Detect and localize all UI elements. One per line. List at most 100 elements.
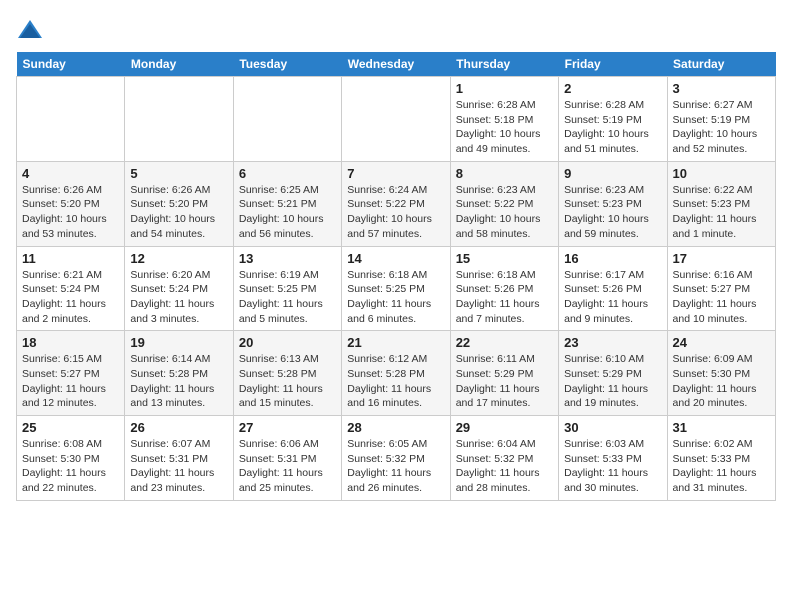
day-cell: 4 Sunrise: 6:26 AM Sunset: 5:20 PM Daylig… (17, 161, 125, 246)
day-number: 13 (239, 251, 336, 266)
day-cell: 11 Sunrise: 6:21 AM Sunset: 5:24 PM Dayli… (17, 246, 125, 331)
day-cell: 21 Sunrise: 6:12 AM Sunset: 5:28 PM Dayli… (342, 331, 450, 416)
day-cell: 17 Sunrise: 6:16 AM Sunset: 5:27 PM Dayli… (667, 246, 775, 331)
day-number: 12 (130, 251, 227, 266)
day-cell: 10 Sunrise: 6:22 AM Sunset: 5:23 PM Dayli… (667, 161, 775, 246)
day-info: Sunrise: 6:02 AM Sunset: 5:33 PM Dayligh… (673, 437, 770, 496)
logo-icon (16, 16, 44, 44)
day-info: Sunrise: 6:15 AM Sunset: 5:27 PM Dayligh… (22, 352, 119, 411)
day-cell: 24Sunrise: 6:09 AM Sunset: 5:30 PM Dayli… (667, 331, 775, 416)
day-info: Sunrise: 6:13 AM Sunset: 5:28 PM Dayligh… (239, 352, 336, 411)
day-cell: 27 Sunrise: 6:06 AM Sunset: 5:31 PM Dayli… (233, 416, 341, 501)
day-number: 1 (456, 81, 553, 96)
day-number: 16 (564, 251, 661, 266)
day-info: Sunrise: 6:23 AM Sunset: 5:23 PM Dayligh… (564, 183, 661, 242)
day-cell (233, 77, 341, 162)
day-info: Sunrise: 6:10 AM Sunset: 5:29 PM Dayligh… (564, 352, 661, 411)
day-number: 27 (239, 420, 336, 435)
col-header-saturday: Saturday (667, 52, 775, 77)
logo (16, 16, 48, 44)
day-number: 11 (22, 251, 119, 266)
day-info: Sunrise: 6:12 AM Sunset: 5:28 PM Dayligh… (347, 352, 444, 411)
week-row-3: 11 Sunrise: 6:21 AM Sunset: 5:24 PM Dayli… (17, 246, 776, 331)
day-cell: 2 Sunrise: 6:28 AM Sunset: 5:19 PM Daylig… (559, 77, 667, 162)
day-cell: 20 Sunrise: 6:13 AM Sunset: 5:28 PM Dayli… (233, 331, 341, 416)
day-number: 18 (22, 335, 119, 350)
day-info: Sunrise: 6:21 AM Sunset: 5:24 PM Dayligh… (22, 268, 119, 327)
day-number: 25 (22, 420, 119, 435)
day-cell: 26Sunrise: 6:07 AM Sunset: 5:31 PM Dayli… (125, 416, 233, 501)
day-info: Sunrise: 6:08 AM Sunset: 5:30 PM Dayligh… (22, 437, 119, 496)
day-number: 5 (130, 166, 227, 181)
day-number: 19 (130, 335, 227, 350)
day-number: 30 (564, 420, 661, 435)
day-number: 14 (347, 251, 444, 266)
day-number: 28 (347, 420, 444, 435)
day-info: Sunrise: 6:28 AM Sunset: 5:18 PM Dayligh… (456, 98, 553, 157)
day-cell: 16 Sunrise: 6:17 AM Sunset: 5:26 PM Dayli… (559, 246, 667, 331)
day-info: Sunrise: 6:26 AM Sunset: 5:20 PM Dayligh… (22, 183, 119, 242)
day-info: Sunrise: 6:28 AM Sunset: 5:19 PM Dayligh… (564, 98, 661, 157)
day-info: Sunrise: 6:07 AM Sunset: 5:31 PM Dayligh… (130, 437, 227, 496)
day-info: Sunrise: 6:04 AM Sunset: 5:32 PM Dayligh… (456, 437, 553, 496)
week-row-4: 18 Sunrise: 6:15 AM Sunset: 5:27 PM Dayli… (17, 331, 776, 416)
day-info: Sunrise: 6:24 AM Sunset: 5:22 PM Dayligh… (347, 183, 444, 242)
col-header-monday: Monday (125, 52, 233, 77)
header-row: SundayMondayTuesdayWednesdayThursdayFrid… (17, 52, 776, 77)
day-cell: 25 Sunrise: 6:08 AM Sunset: 5:30 PM Dayli… (17, 416, 125, 501)
day-cell (125, 77, 233, 162)
day-cell: 23 Sunrise: 6:10 AM Sunset: 5:29 PM Dayli… (559, 331, 667, 416)
day-number: 3 (673, 81, 770, 96)
day-number: 7 (347, 166, 444, 181)
day-cell: 30 Sunrise: 6:03 AM Sunset: 5:33 PM Dayli… (559, 416, 667, 501)
day-number: 29 (456, 420, 553, 435)
day-cell: 28Sunrise: 6:05 AM Sunset: 5:32 PM Dayli… (342, 416, 450, 501)
day-cell: 5 Sunrise: 6:26 AM Sunset: 5:20 PM Daylig… (125, 161, 233, 246)
week-row-1: 1 Sunrise: 6:28 AM Sunset: 5:18 PM Daylig… (17, 77, 776, 162)
day-number: 31 (673, 420, 770, 435)
day-cell: 29 Sunrise: 6:04 AM Sunset: 5:32 PM Dayli… (450, 416, 558, 501)
day-info: Sunrise: 6:19 AM Sunset: 5:25 PM Dayligh… (239, 268, 336, 327)
day-number: 17 (673, 251, 770, 266)
day-number: 2 (564, 81, 661, 96)
col-header-wednesday: Wednesday (342, 52, 450, 77)
day-cell: 1 Sunrise: 6:28 AM Sunset: 5:18 PM Daylig… (450, 77, 558, 162)
day-cell: 6Sunrise: 6:25 AM Sunset: 5:21 PM Daylig… (233, 161, 341, 246)
day-cell: 15Sunrise: 6:18 AM Sunset: 5:26 PM Dayli… (450, 246, 558, 331)
day-number: 4 (22, 166, 119, 181)
day-cell: 14 Sunrise: 6:18 AM Sunset: 5:25 PM Dayli… (342, 246, 450, 331)
col-header-thursday: Thursday (450, 52, 558, 77)
day-number: 15 (456, 251, 553, 266)
day-info: Sunrise: 6:27 AM Sunset: 5:19 PM Dayligh… (673, 98, 770, 157)
day-number: 23 (564, 335, 661, 350)
col-header-sunday: Sunday (17, 52, 125, 77)
day-cell: 3 Sunrise: 6:27 AM Sunset: 5:19 PM Daylig… (667, 77, 775, 162)
day-info: Sunrise: 6:18 AM Sunset: 5:25 PM Dayligh… (347, 268, 444, 327)
day-number: 20 (239, 335, 336, 350)
day-info: Sunrise: 6:17 AM Sunset: 5:26 PM Dayligh… (564, 268, 661, 327)
day-info: Sunrise: 6:22 AM Sunset: 5:23 PM Dayligh… (673, 183, 770, 242)
day-info: Sunrise: 6:14 AM Sunset: 5:28 PM Dayligh… (130, 352, 227, 411)
day-info: Sunrise: 6:26 AM Sunset: 5:20 PM Dayligh… (130, 183, 227, 242)
day-number: 10 (673, 166, 770, 181)
day-number: 9 (564, 166, 661, 181)
day-cell: 31 Sunrise: 6:02 AM Sunset: 5:33 PM Dayli… (667, 416, 775, 501)
page-header (16, 16, 776, 44)
day-info: Sunrise: 6:03 AM Sunset: 5:33 PM Dayligh… (564, 437, 661, 496)
day-info: Sunrise: 6:06 AM Sunset: 5:31 PM Dayligh… (239, 437, 336, 496)
day-cell: 19 Sunrise: 6:14 AM Sunset: 5:28 PM Dayli… (125, 331, 233, 416)
day-number: 21 (347, 335, 444, 350)
day-cell: 8Sunrise: 6:23 AM Sunset: 5:22 PM Daylig… (450, 161, 558, 246)
day-info: Sunrise: 6:11 AM Sunset: 5:29 PM Dayligh… (456, 352, 553, 411)
day-cell (342, 77, 450, 162)
day-cell: 13 Sunrise: 6:19 AM Sunset: 5:25 PM Dayli… (233, 246, 341, 331)
day-cell: 7 Sunrise: 6:24 AM Sunset: 5:22 PM Daylig… (342, 161, 450, 246)
day-number: 6 (239, 166, 336, 181)
day-cell: 18 Sunrise: 6:15 AM Sunset: 5:27 PM Dayli… (17, 331, 125, 416)
week-row-5: 25 Sunrise: 6:08 AM Sunset: 5:30 PM Dayli… (17, 416, 776, 501)
day-info: Sunrise: 6:16 AM Sunset: 5:27 PM Dayligh… (673, 268, 770, 327)
col-header-friday: Friday (559, 52, 667, 77)
col-header-tuesday: Tuesday (233, 52, 341, 77)
day-cell: 22Sunrise: 6:11 AM Sunset: 5:29 PM Dayli… (450, 331, 558, 416)
week-row-2: 4 Sunrise: 6:26 AM Sunset: 5:20 PM Daylig… (17, 161, 776, 246)
